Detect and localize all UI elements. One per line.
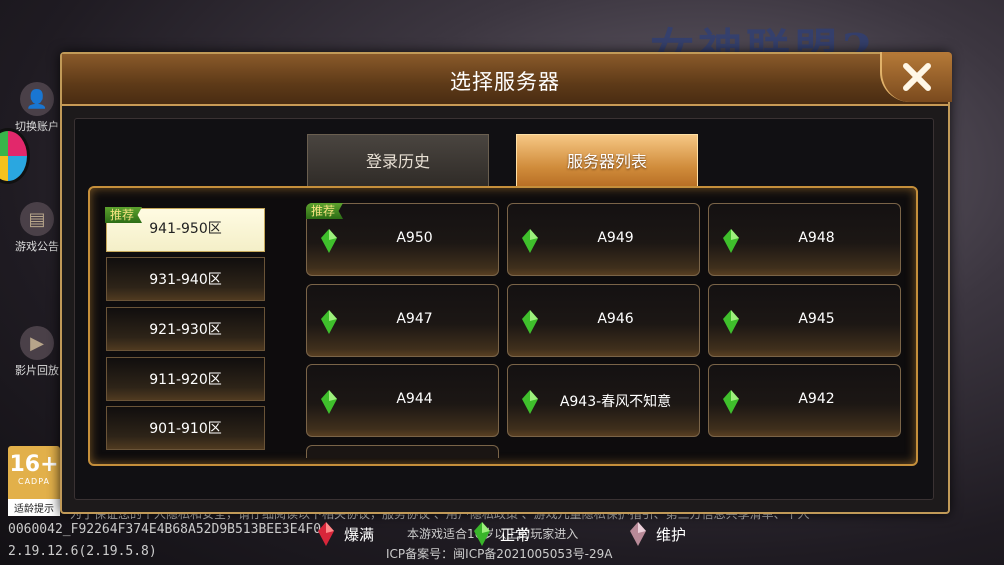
close-icon — [903, 63, 931, 91]
maintenance-status-gem-icon — [630, 522, 646, 546]
age-rating-caption: CADPA — [17, 477, 50, 486]
notice-label: 游戏公告 — [15, 240, 59, 253]
server-name: A950 — [396, 230, 433, 246]
server-card[interactable]: A947 — [306, 284, 499, 357]
recommend-tag: 推荐 — [306, 203, 344, 219]
server-card[interactable]: A943-春风不知意 — [507, 364, 700, 437]
account-icon: 👤 — [20, 82, 54, 116]
normal-status-gem-icon — [474, 522, 490, 546]
server-card[interactable]: A946 — [507, 284, 700, 357]
full-status-gem-icon — [318, 522, 334, 546]
legend-maintenance: 维护 — [630, 522, 686, 546]
zone-941-950[interactable]: 推荐 941-950区 — [105, 207, 265, 252]
server-name: A945 — [798, 311, 835, 327]
server-name: A948 — [798, 230, 835, 246]
video-icon: ▶ — [20, 326, 54, 360]
version-text: 2.19.12.6(2.19.5.8) — [8, 544, 157, 559]
zone-921-930[interactable]: 921-930区 — [106, 307, 265, 351]
legend-maintenance-label: 维护 — [656, 525, 687, 544]
switch-account-label: 切换账户 — [15, 120, 59, 133]
server-card[interactable]: A942 — [708, 364, 901, 437]
zone-901-910[interactable]: 901-910区 — [106, 406, 265, 450]
server-select-dialog: 选择服务器 登录历史 服务器列表 推荐 941-950区 931-940区 92… — [60, 52, 952, 546]
zone-label: 911-920区 — [149, 372, 222, 388]
server-name: A947 — [396, 311, 433, 327]
video-replay-label: 影片回放 — [15, 364, 59, 377]
next-row-hint — [306, 445, 499, 458]
server-name: A946 — [597, 311, 634, 327]
legend-full: 爆满 — [318, 522, 374, 546]
zone-label: 931-940区 — [149, 272, 222, 288]
server-name: A942 — [798, 391, 835, 407]
switch-account-button[interactable]: 👤 切换账户 — [12, 82, 62, 134]
video-replay-button[interactable]: ▶ 影片回放 — [12, 326, 62, 378]
recommend-tag: 推荐 — [105, 207, 143, 223]
server-list-panel: 推荐 941-950区 931-940区 921-930区 911-920区 9… — [88, 186, 918, 466]
zone-label: 901-910区 — [149, 421, 222, 437]
server-name: A944 — [396, 391, 433, 407]
zone-911-920[interactable]: 911-920区 — [106, 357, 265, 401]
server-name: A949 — [597, 230, 634, 246]
dialog-header: 选择服务器 — [62, 52, 952, 106]
notice-icon: ▤ — [20, 202, 54, 236]
floating-assistant-icon[interactable] — [0, 128, 30, 184]
age-rating-number: 16+ — [9, 452, 59, 477]
legend-full-label: 爆满 — [344, 525, 375, 544]
age-rating-label: 适龄提示 — [8, 499, 60, 516]
tab-login-history[interactable]: 登录历史 — [307, 134, 489, 190]
legend-normal: 正常 — [474, 522, 530, 546]
dialog-title: 选择服务器 — [450, 70, 560, 94]
legend-normal-label: 正常 — [500, 525, 531, 544]
tab-server-list[interactable]: 服务器列表 — [516, 134, 698, 190]
server-card[interactable]: 推荐 A950 — [306, 203, 499, 276]
server-card[interactable]: A948 — [708, 203, 901, 276]
server-card[interactable]: A944 — [306, 364, 499, 437]
age-rating-badge[interactable]: 16+ CADPA 适龄提示 — [8, 446, 60, 516]
device-id: 0060042_F92264F374E4B68A52D9B513BEE3E4F0 — [8, 522, 322, 537]
server-card[interactable]: A949 — [507, 203, 700, 276]
server-name: A943-春风不知意 — [559, 394, 672, 410]
notice-button[interactable]: ▤ 游戏公告 — [12, 202, 62, 254]
server-card[interactable]: A945 — [708, 284, 901, 357]
zone-label: 941-950区 — [149, 221, 222, 237]
zone-label: 921-930区 — [149, 322, 222, 338]
zone-931-940[interactable]: 931-940区 — [106, 257, 265, 301]
icp-number: ICP备案号：闽ICP备2021005053号-29A — [386, 547, 613, 561]
close-button[interactable] — [880, 52, 952, 102]
